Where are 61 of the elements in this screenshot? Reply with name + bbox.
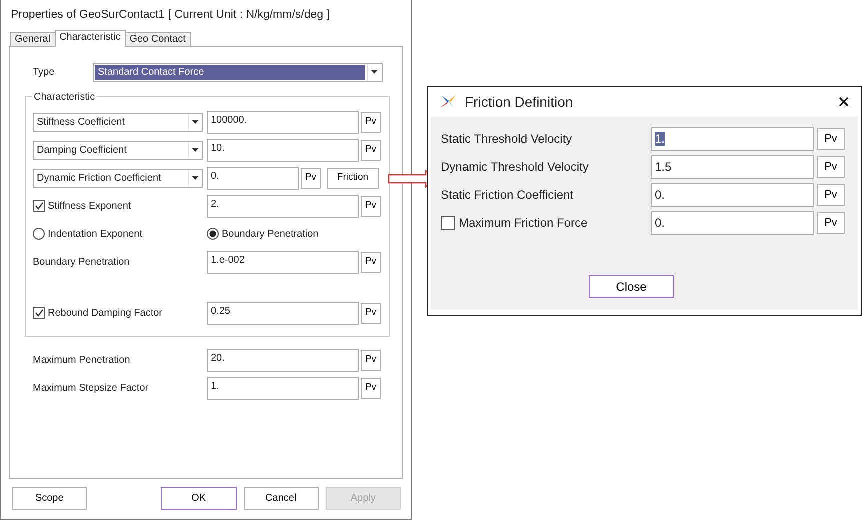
parameter-dropdown[interactable]: Damping Coefficient bbox=[33, 140, 203, 160]
parameter-dropdown[interactable]: Dynamic Friction Coefficient bbox=[33, 168, 203, 188]
input-field[interactable]: 1. bbox=[651, 127, 814, 151]
type-dropdown[interactable]: Standard Contact Force bbox=[93, 62, 383, 82]
checkbox[interactable] bbox=[33, 307, 45, 319]
field-label: Static Friction Coefficient bbox=[441, 187, 574, 204]
pv-button[interactable]: Pv bbox=[817, 212, 845, 234]
parameter-dropdown[interactable]: Stiffness Coefficient bbox=[33, 112, 203, 132]
pv-button[interactable]: Pv bbox=[361, 252, 381, 272]
pv-button[interactable]: Pv bbox=[361, 350, 381, 370]
dialog-title: Friction Definition bbox=[465, 92, 574, 112]
checkbox-label: Rebound Damping Factor bbox=[48, 306, 163, 320]
field-label: Static Threshold Velocity bbox=[441, 131, 572, 148]
radio-label: Boundary Penetration bbox=[222, 228, 319, 242]
pv-button[interactable]: Pv bbox=[361, 140, 381, 160]
checkbox[interactable] bbox=[33, 200, 45, 212]
pv-button[interactable]: Pv bbox=[817, 128, 845, 150]
pv-button[interactable]: Pv bbox=[817, 184, 845, 206]
tab[interactable]: Geo Contact bbox=[124, 32, 191, 46]
pv-button[interactable]: Pv bbox=[361, 196, 381, 216]
checkbox[interactable] bbox=[441, 216, 455, 230]
tab[interactable]: General bbox=[10, 32, 56, 46]
window-title: Properties of GeoSurContact1 [ Current Unit : N/kg/mm/s/deg ] bbox=[10, 8, 331, 23]
field-label: Maximum Penetration bbox=[33, 354, 132, 368]
input-field[interactable]: 0.25 bbox=[207, 302, 359, 324]
field-label: Boundary Penetration bbox=[33, 256, 131, 270]
dialog-button[interactable]: Cancel bbox=[244, 487, 319, 510]
input-field[interactable]: 20. bbox=[207, 348, 359, 372]
friction-button[interactable]: Friction bbox=[327, 168, 379, 188]
app-logo-icon bbox=[440, 95, 457, 109]
input-field[interactable]: 0. bbox=[651, 211, 814, 235]
input-field[interactable]: 1.e-002 bbox=[207, 250, 359, 274]
pv-button[interactable]: Pv bbox=[361, 378, 381, 398]
tab[interactable]: Characteristic bbox=[54, 30, 126, 47]
input-field[interactable]: 1.5 bbox=[651, 155, 814, 179]
field-label: Maximum Stepsize Factor bbox=[33, 382, 150, 396]
field-label: Dynamic Threshold Velocity bbox=[441, 159, 589, 176]
input-field[interactable]: 100000. bbox=[207, 110, 359, 134]
pv-button[interactable]: Pv bbox=[361, 112, 381, 132]
radio-button[interactable] bbox=[33, 228, 45, 240]
caret-icon bbox=[192, 176, 199, 180]
radio-label: Indentation Exponent bbox=[48, 228, 143, 242]
caret-icon bbox=[371, 70, 378, 74]
field-label: Type bbox=[33, 66, 56, 80]
checkbox-label: Maximum Friction Force bbox=[459, 215, 588, 232]
close-button[interactable]: Close bbox=[589, 275, 674, 298]
pv-button[interactable]: Pv bbox=[361, 302, 381, 324]
caret-icon bbox=[192, 148, 199, 152]
checkbox-label: Stiffness Exponent bbox=[48, 200, 132, 214]
caret-icon bbox=[192, 120, 199, 124]
dialog-button[interactable]: Scope bbox=[12, 487, 88, 510]
input-field[interactable]: 0. bbox=[207, 166, 299, 190]
input-field[interactable]: 10. bbox=[207, 138, 359, 162]
dialog-button[interactable]: OK bbox=[161, 487, 236, 510]
input-field[interactable]: 2. bbox=[207, 194, 359, 218]
input-field[interactable]: 1. bbox=[207, 376, 359, 400]
close-icon[interactable] bbox=[839, 97, 849, 107]
pv-button[interactable]: Pv bbox=[301, 168, 321, 188]
pv-button[interactable]: Pv bbox=[817, 156, 845, 178]
radio-button[interactable] bbox=[207, 228, 219, 240]
input-field[interactable]: 0. bbox=[651, 183, 814, 207]
